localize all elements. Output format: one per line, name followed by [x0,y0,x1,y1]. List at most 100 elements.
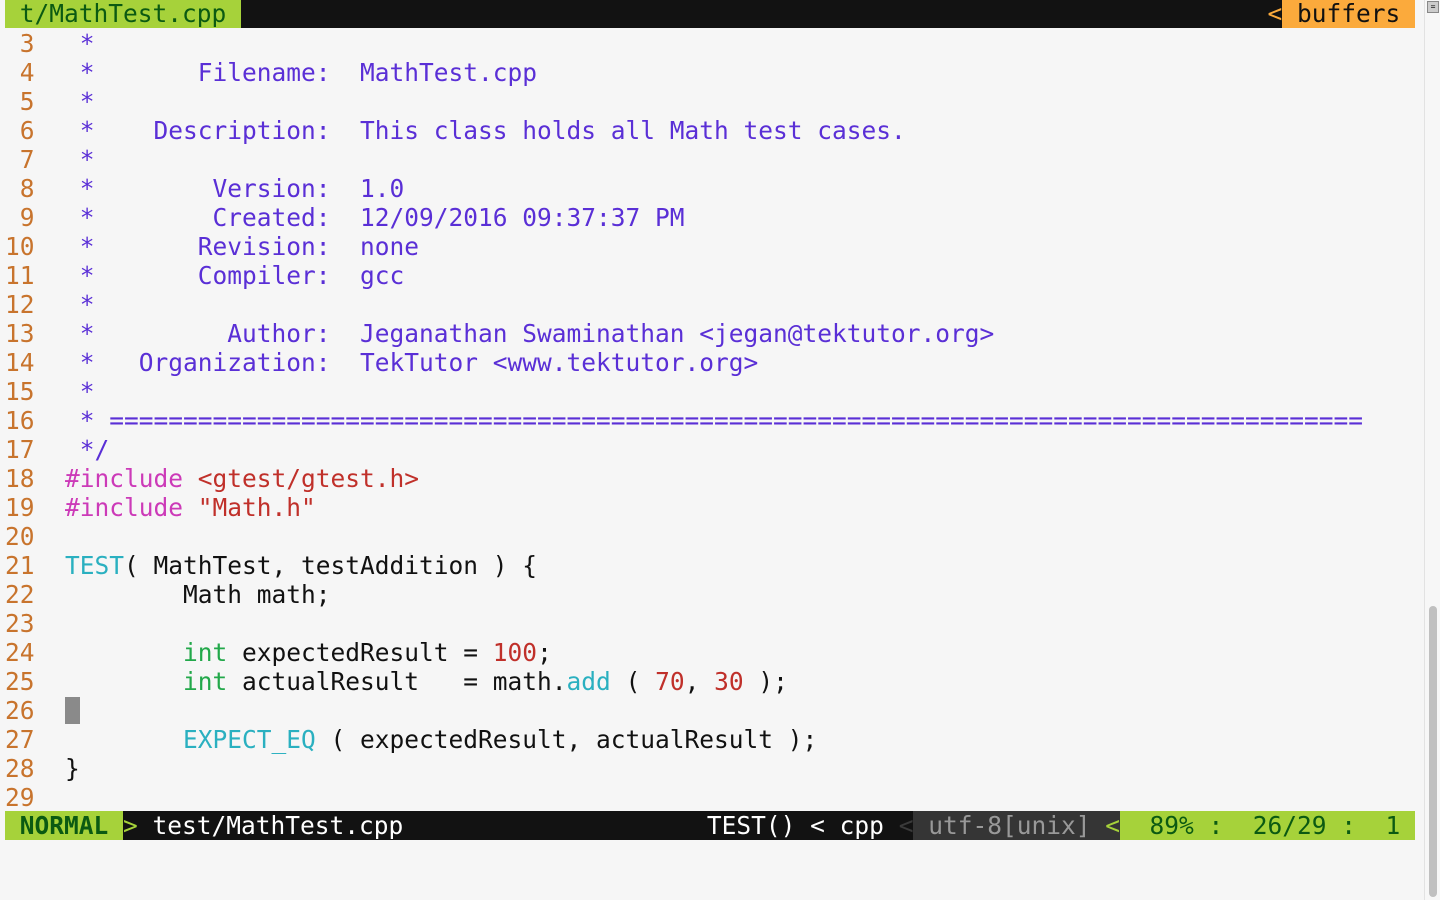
statusline-spacer [403,811,707,840]
line-number: 8 [5,174,50,203]
code-token: * Description: This class holds all Math… [65,116,906,145]
line-number: 21 [5,551,50,580]
code-token: "Math.h" [183,493,316,522]
tabline-separator: < [1267,0,1283,28]
code-line[interactable]: 22 Math math; [5,580,1363,609]
statusline-position: 89% : 26/29 : 1 [1119,811,1415,840]
code-line[interactable]: 15 * [5,377,1363,406]
code-token: * Author: Jeganathan Swaminathan <jegan@… [65,319,995,348]
code-token: ); [743,667,788,696]
code-token: * [65,145,95,174]
code-line[interactable]: 24 int expectedResult = 100; [5,638,1363,667]
code-line[interactable]: 25 int actualResult = math. add ( 70, 30 … [5,667,1363,696]
statusline-filename: test/MathTest.cpp [137,811,404,840]
statusline-separator: < [898,811,914,840]
code-token: expectedResult = [227,638,493,667]
code-token: * Compiler: gcc [65,261,405,290]
code-token: , [684,667,715,696]
mode-indicator: NORMAL [5,811,124,840]
statusline-encoding: utf-8[unix] [913,811,1106,840]
code-line[interactable]: 18 #include <gtest/gtest.h> [5,464,1363,493]
scrollbar-split-icon[interactable]: = [1427,1,1439,13]
code-line[interactable]: 28 } [5,754,1363,783]
line-number: 6 [5,116,50,145]
line-number: 15 [5,377,50,406]
code-token: Math math; [65,580,331,609]
line-number: 26 [5,696,50,725]
code-token: add [566,667,611,696]
code-token: */ [65,435,110,464]
code-line[interactable]: 29 [5,783,1363,812]
code-line[interactable]: 7 * [5,145,1363,174]
code-line[interactable]: 8 * Version: 1.0 [5,174,1363,203]
code-line[interactable]: 23 [5,609,1363,638]
editor-buffer[interactable]: 3 * 4 * Filename: MathTest.cpp 5 * 6 * D… [5,29,1363,812]
code-token: int [183,667,228,696]
tab-current-file[interactable]: t/MathTest.cpp [5,0,242,28]
line-number: 23 [5,609,50,638]
code-line[interactable]: 6 * Description: This class holds all Ma… [5,116,1363,145]
code-token: ( [610,667,656,696]
code-line[interactable]: 21 TEST( MathTest, testAddition ) { [5,551,1363,580]
code-line[interactable]: 16 * ===================================… [5,406,1363,435]
line-number: 27 [5,725,50,754]
statusline: NORMAL > test/MathTest.cpp TEST() < cpp … [5,811,1415,840]
code-token: 100 [492,638,538,667]
code-token: ; [537,638,552,667]
code-token: * [65,377,95,406]
code-line[interactable]: 27 EXPECT_EQ ( expectedResult, actualRes… [5,725,1363,754]
code-line[interactable]: 14 * Organization: TekTutor <www.tektuto… [5,348,1363,377]
code-token: <gtest/gtest.h> [183,464,420,493]
line-number: 5 [5,87,50,116]
line-number: 16 [5,406,50,435]
line-number: 3 [5,29,50,58]
line-number: 4 [5,58,50,87]
line-number: 19 [5,493,50,522]
line-number: 22 [5,580,50,609]
code-token: * Revision: none [65,232,420,261]
code-line[interactable]: 26 [5,696,1363,725]
code-token: * ======================================… [65,406,1364,435]
line-number: 9 [5,203,50,232]
code-token: int [183,638,228,667]
code-line[interactable]: 17 */ [5,435,1363,464]
line-number: 29 [5,783,50,812]
line-number: 18 [5,464,50,493]
statusline-separator: < [1105,811,1120,840]
line-number: 12 [5,290,50,319]
code-line[interactable]: 3 * [5,29,1363,58]
code-line[interactable]: 5 * [5,87,1363,116]
code-token: * Filename: MathTest.cpp [65,58,538,87]
code-line[interactable]: 12 * [5,290,1363,319]
scrollbar-thumb[interactable] [1429,606,1437,897]
code-line[interactable]: 20 [5,522,1363,551]
tabline-spacer [241,0,1267,28]
code-token: actualResult = math. [227,667,567,696]
code-line[interactable]: 10 * Revision: none [5,232,1363,261]
line-number: 10 [5,232,50,261]
code-token: * Organization: TekTutor <www.tektutor.o… [65,348,759,377]
scrollbar[interactable]: = [1424,0,1440,900]
code-line[interactable]: 9 * Created: 12/09/2016 09:37:37 PM [5,203,1363,232]
text-cursor [65,697,80,724]
code-line[interactable]: 13 * Author: Jeganathan Swaminathan <jeg… [5,319,1363,348]
code-token: #include [65,464,184,493]
code-token: * [65,87,95,116]
buffers-label[interactable]: buffers [1282,0,1415,28]
code-token: ( MathTest, testAddition ) { [124,551,538,580]
code-line[interactable]: 19 #include "Math.h" [5,493,1363,522]
code-line[interactable]: 4 * Filename: MathTest.cpp [5,58,1363,87]
statusline-separator: > [123,811,138,840]
line-number: 20 [5,522,50,551]
code-token: * [65,290,95,319]
code-token: * Version: 1.0 [65,174,405,203]
line-number: 14 [5,348,50,377]
line-number: 7 [5,145,50,174]
code-token: TEST [65,551,125,580]
code-line[interactable]: 11 * Compiler: gcc [5,261,1363,290]
line-number: 11 [5,261,50,290]
code-token: 30 [714,667,744,696]
